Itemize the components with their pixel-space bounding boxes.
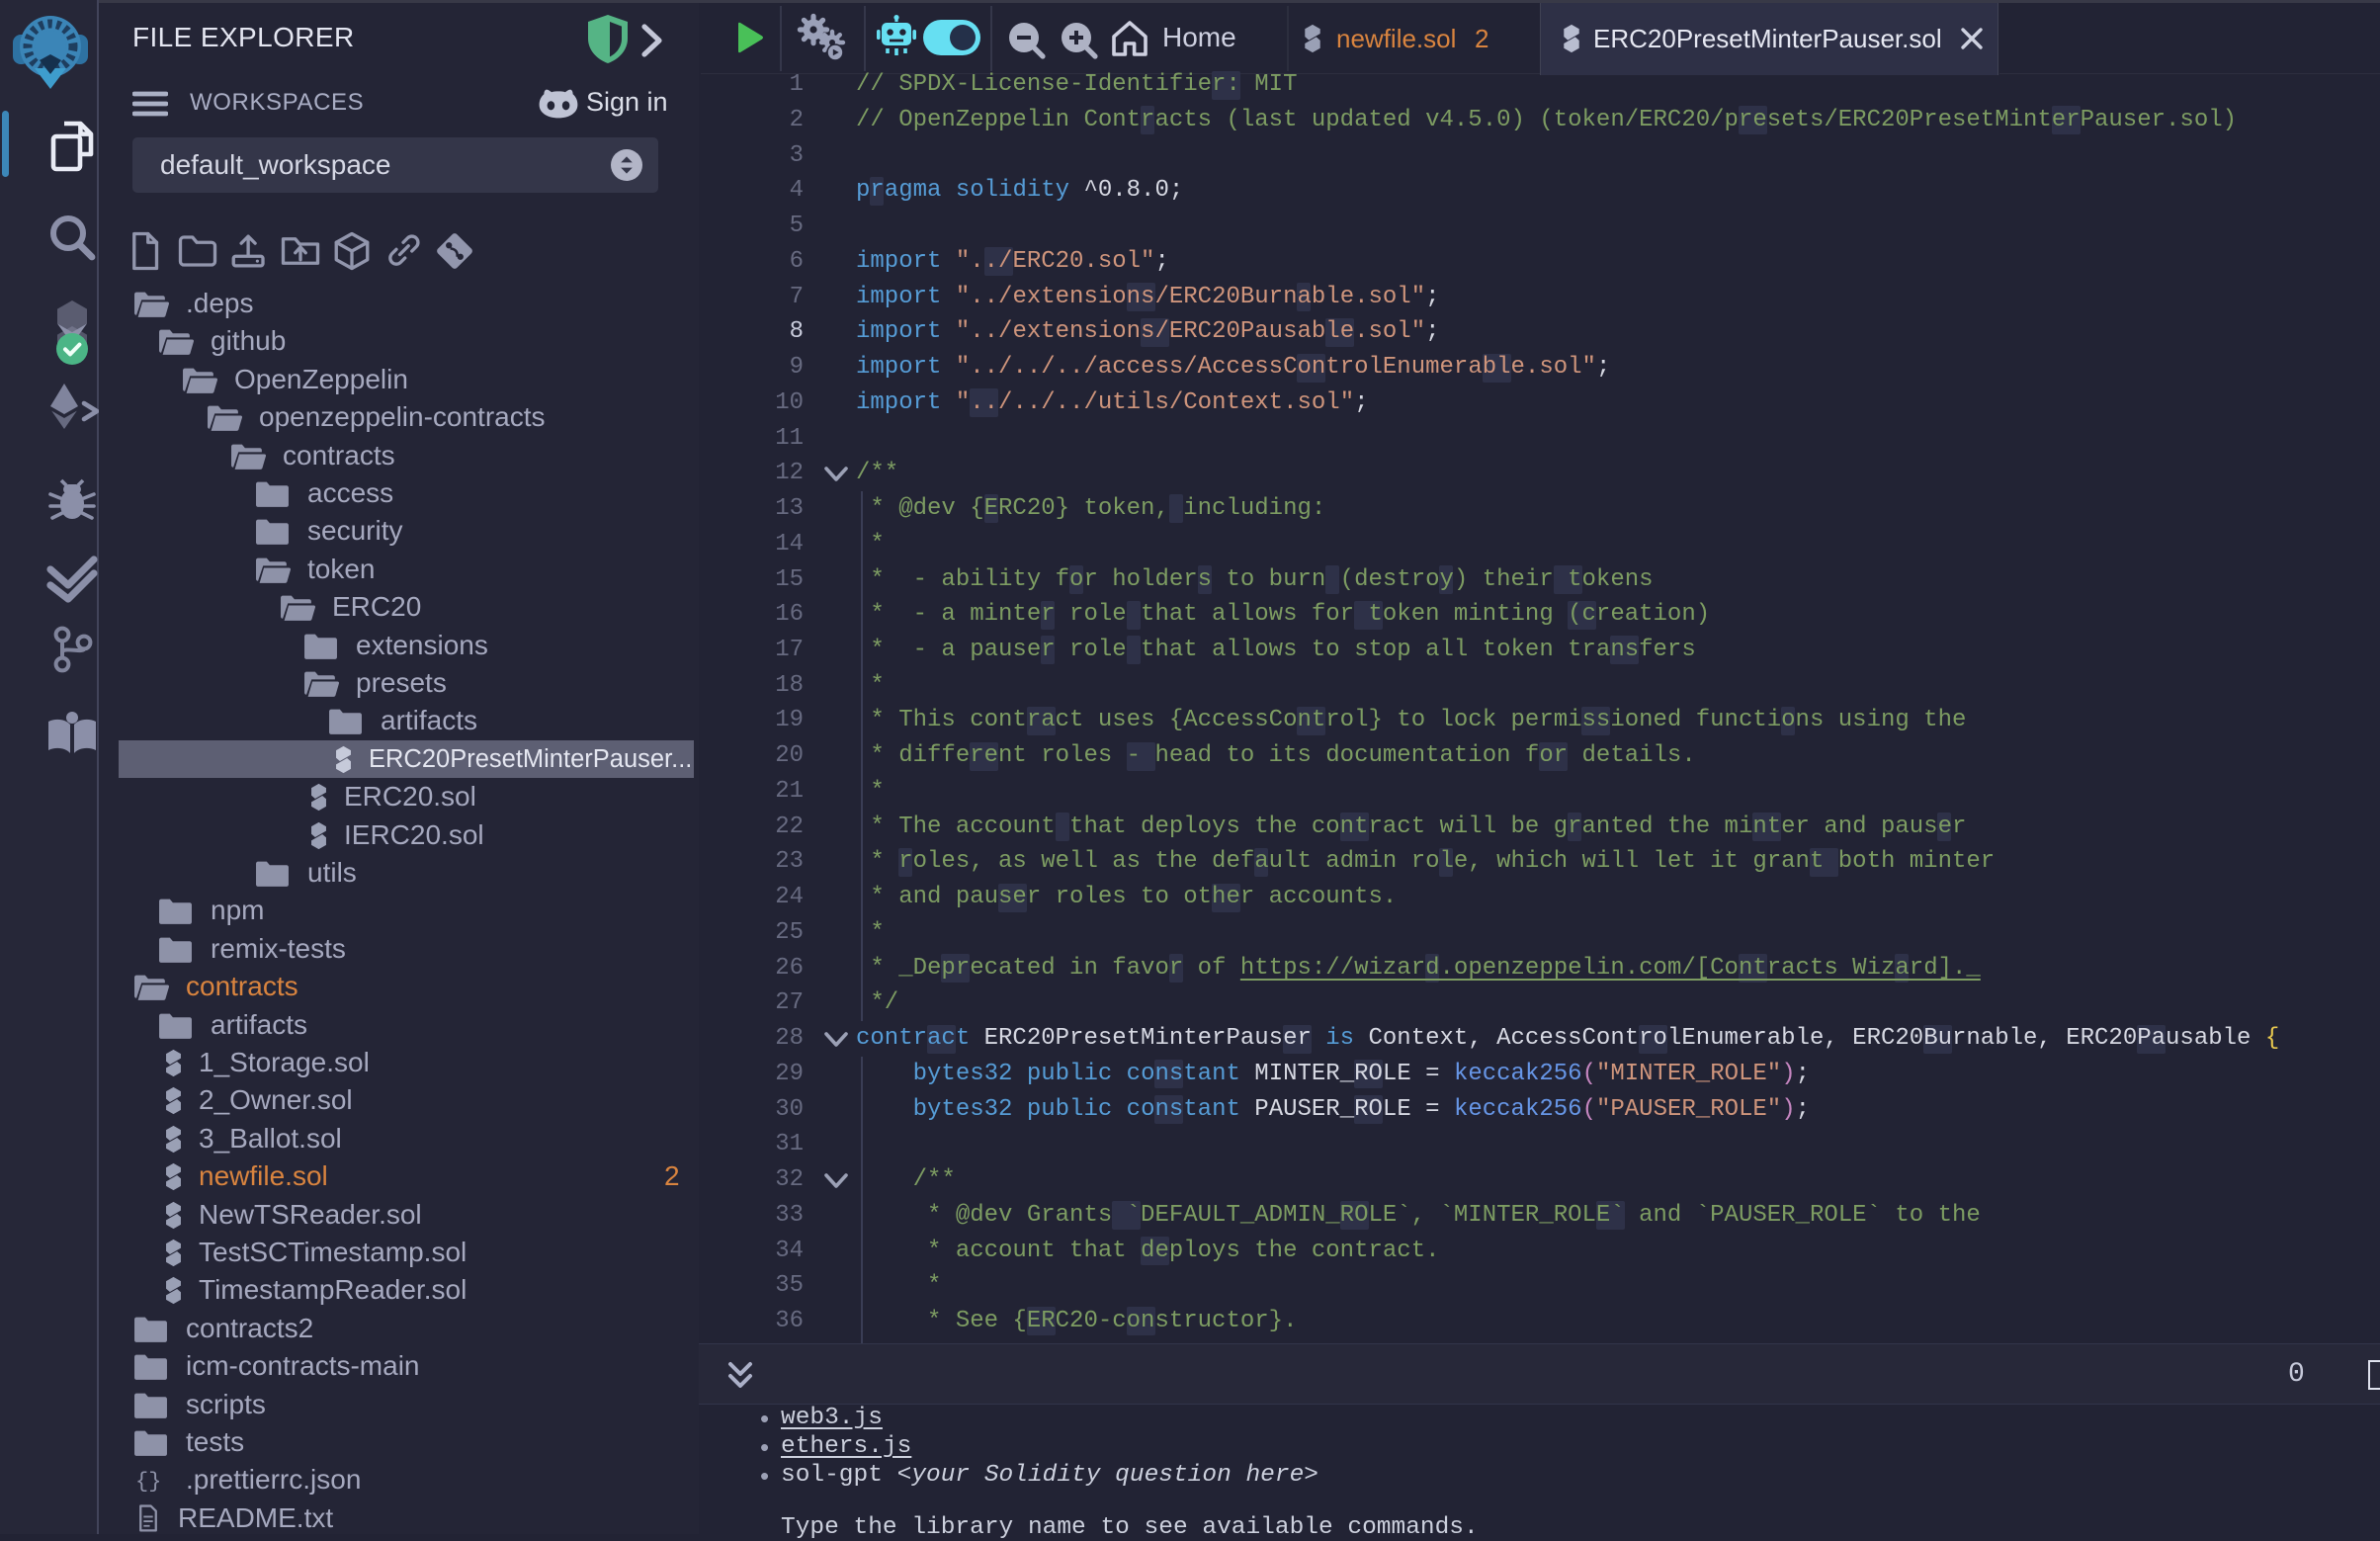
svg-text:{}: {} <box>135 1470 161 1495</box>
